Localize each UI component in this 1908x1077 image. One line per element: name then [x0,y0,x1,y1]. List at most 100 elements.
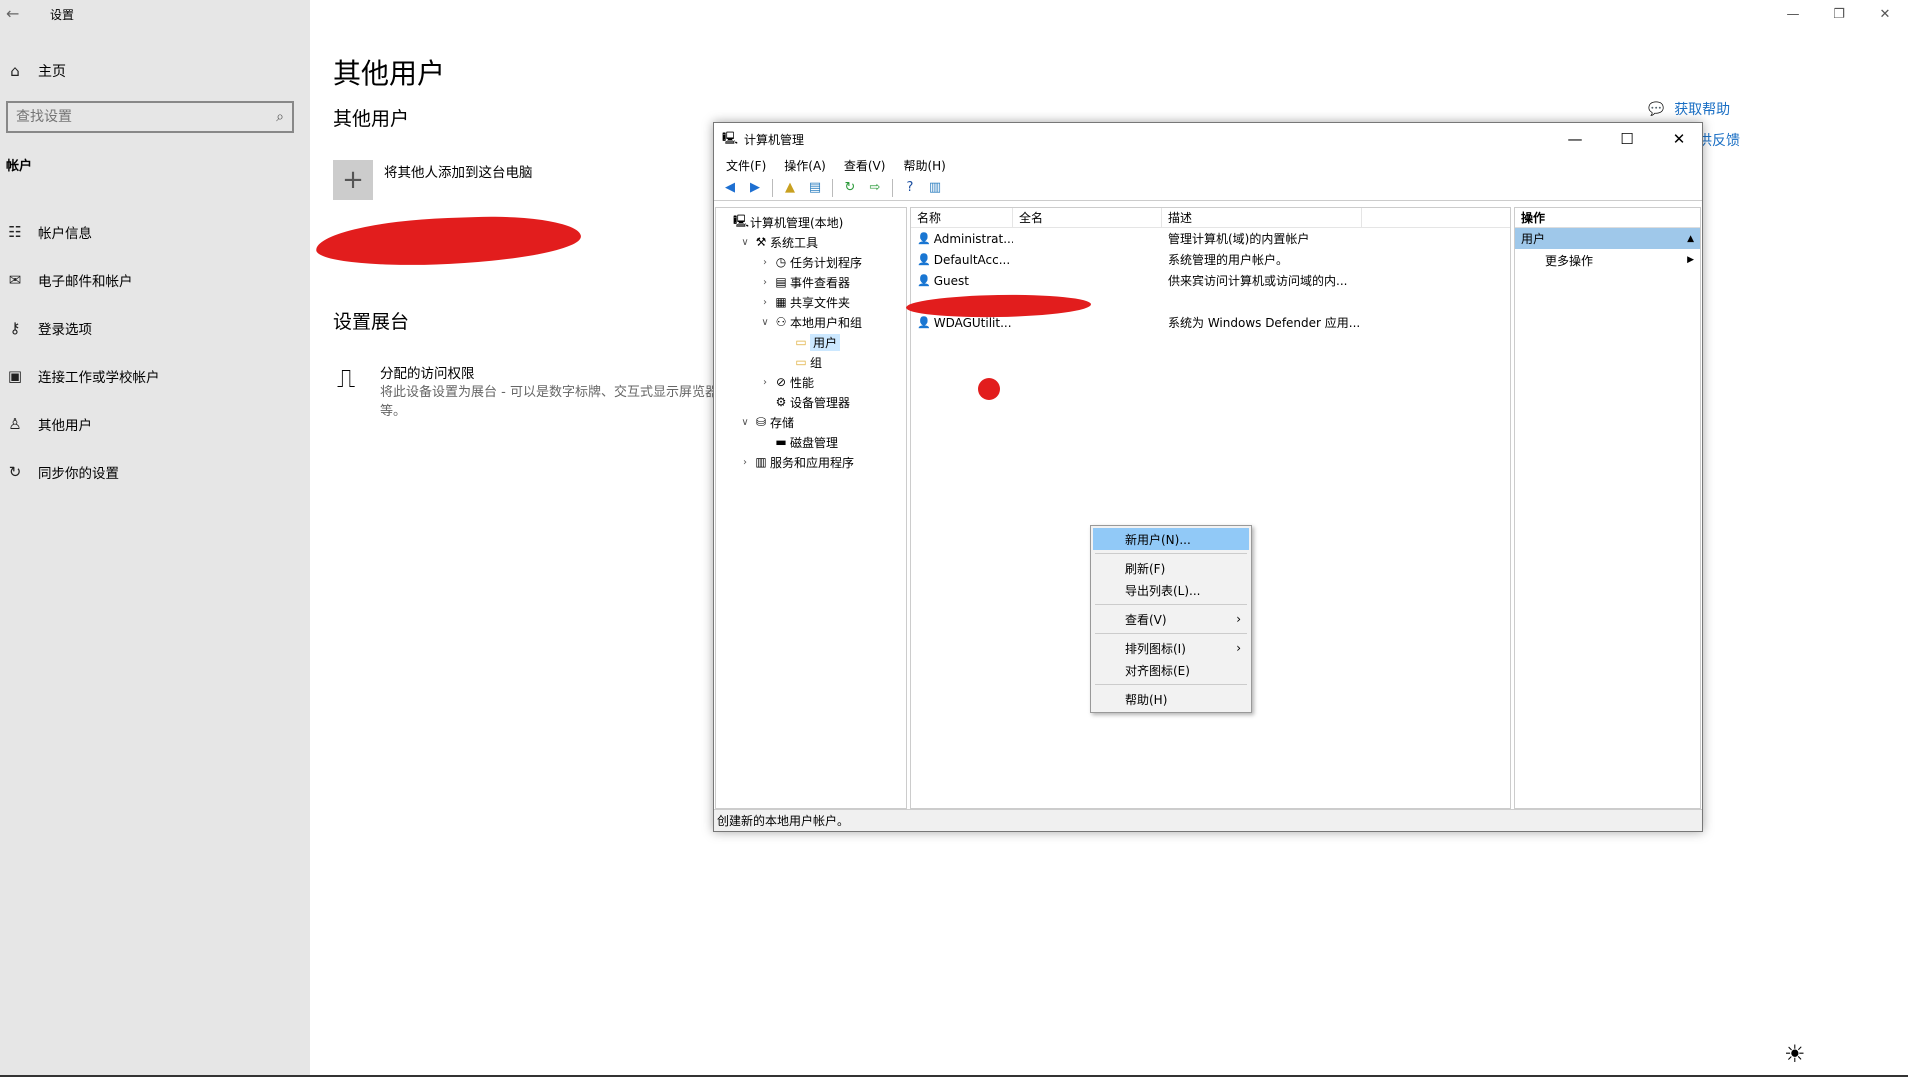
feedback-link[interactable]: 供反馈 [1698,130,1740,150]
tree-item[interactable]: ▭ 用户 [716,332,906,352]
minimize-icon[interactable]: — [1770,0,1816,28]
cm-maximize-icon[interactable]: ☐ [1604,130,1650,148]
cell-description: 供来宾访问计算机或访问域的内... [1168,274,1348,288]
tree-item[interactable]: ∨ ⚇ 本地用户和组 [716,312,906,332]
menu-separator [1095,633,1247,634]
tree-item-label: 共享文件夹 [790,295,851,310]
forward-icon[interactable]: ▶ [745,178,765,198]
tree-item-label: 存储 [770,415,795,430]
sidebar-item-2[interactable]: ⚷ 登录选项 [6,318,93,338]
expand-chevron-icon[interactable]: ∨ [738,237,752,248]
tree-item-label: 设备管理器 [790,395,851,410]
restore-icon[interactable]: ❐ [1816,0,1862,28]
expand-chevron-icon[interactable]: › [758,277,772,288]
status-bar: 创建新的本地用户帐户。 [714,809,1702,831]
cell-name: 👤 DefaultAcc... [911,253,1013,267]
add-user-label[interactable]: 将其他人添加到这台电脑 [384,161,533,181]
menu-item[interactable]: 文件(F) [726,157,766,174]
sidebar-item-4[interactable]: ♙ 其他用户 [6,414,92,434]
tree-item[interactable]: ⚙ 设备管理器 [716,392,906,412]
up-folder-icon[interactable]: ▲ [780,178,800,198]
tree-item[interactable]: 🖳 计算机管理(本地) [716,212,906,232]
sidebar-item-label: 连接工作或学校帐户 [38,370,160,386]
column-name[interactable]: 名称 [911,208,1013,227]
context-menu-item[interactable]: 查看(V) › [1093,608,1249,630]
tree-item[interactable]: ∨ ⛁ 存储 [716,412,906,432]
refresh-icon[interactable]: ↻ [840,178,860,198]
search-box[interactable]: ⌕ [6,101,294,133]
tree-item[interactable]: ∨ ⚒ 系统工具 [716,232,906,252]
status-text: 创建新的本地用户帐户。 [717,814,850,828]
tree-item[interactable]: › ◷ 任务计划程序 [716,252,906,272]
add-user-button[interactable]: + [333,160,373,200]
floating-assistant-icon[interactable]: ☀ [1784,1040,1806,1068]
sidebar-item-home[interactable]: ⌂ 主页 [6,61,66,81]
user-icon: 👤 [917,316,931,329]
tree-item[interactable]: › ▤ 事件查看器 [716,272,906,292]
expand-chevron-icon[interactable]: › [758,377,772,388]
expand-chevron-icon[interactable]: ∨ [758,317,772,328]
context-menu-label: 导出列表(L)... [1125,583,1201,598]
tree-item-label: 系统工具 [770,235,819,250]
close-icon[interactable]: ✕ [1862,0,1908,28]
sidebar-item-1[interactable]: ✉ 电子邮件和帐户 [6,270,133,290]
context-menu-item[interactable]: 新用户(N)... [1093,528,1249,550]
tree-item[interactable]: ▬ 磁盘管理 [716,432,906,452]
table-row[interactable]: 👤 Administrat... 管理计算机(域)的内置帐户 [911,228,1510,249]
expand-chevron-icon[interactable]: › [758,297,772,308]
context-menu: 新用户(N)... 刷新(F) 导出列表(L)... 查看(V) › 排列图标(I) › 对齐… [1090,525,1252,713]
menu-item[interactable]: 帮助(H) [903,157,945,174]
home-icon: ⌂ [10,62,20,80]
actions-users-group[interactable]: 用户 ▲ [1515,228,1700,249]
column-fullname[interactable]: 全名 [1013,208,1162,227]
show-tree-icon[interactable]: ▤ [805,178,825,198]
export-icon[interactable]: ⇨ [865,178,885,198]
menu-separator [1095,604,1247,605]
cm-close-icon[interactable]: ✕ [1656,130,1702,148]
tree-item[interactable]: › ▦ 共享文件夹 [716,292,906,312]
sidebar-item-3[interactable]: ▣ 连接工作或学校帐户 [6,366,160,386]
help-icon[interactable]: ? [900,178,920,198]
cm-minimize-icon[interactable]: — [1552,130,1598,148]
sidebar-item-5[interactable]: ↻ 同步你的设置 [6,462,119,482]
expand-chevron-icon[interactable]: › [738,457,752,468]
settings-window-title: 设置 [50,8,75,22]
context-menu-item[interactable]: 刷新(F) [1093,557,1249,579]
more-actions-item[interactable]: 更多操作 ▶ [1515,249,1700,271]
context-menu-item[interactable]: 对齐图标(E) [1093,659,1249,681]
assigned-access-link[interactable]: 分配的访问权限 [380,362,475,382]
tree-item-label: 任务计划程序 [790,255,863,270]
collapse-triangle-icon: ▲ [1687,233,1694,244]
device-manager-icon: ⚙ [775,395,787,409]
tree-item[interactable]: › ▥ 服务和应用程序 [716,452,906,472]
table-row[interactable]: 👤 Guest 供来宾访问计算机或访问域的内... [911,270,1510,291]
sidebar-item-0[interactable]: ☷ 帐户信息 [6,222,92,242]
context-menu-item[interactable]: 帮助(H) [1093,688,1249,710]
cell-description: 系统管理的用户帐户。 [1168,253,1289,267]
menu-separator [1095,684,1247,685]
get-help-link[interactable]: 获取帮助 [1674,99,1730,119]
search-input[interactable] [16,109,277,125]
column-description[interactable]: 描述 [1162,208,1362,227]
table-row[interactable]: 👤 DefaultAcc... 系统管理的用户帐户。 [911,249,1510,270]
back-arrow-icon[interactable]: ← [6,4,19,23]
context-menu-item[interactable]: 导出列表(L)... [1093,579,1249,601]
plus-icon: + [342,165,364,195]
menu-item[interactable]: 操作(A) [784,157,826,174]
tree-item[interactable]: ▭ 组 [716,352,906,372]
properties-icon[interactable]: ▥ [925,178,945,198]
folder-icon: ▭ [795,355,807,369]
toolbar-separator [892,178,893,197]
back-icon[interactable]: ◀ [720,178,740,198]
tree-item-label: 用户 [810,333,841,351]
expand-chevron-icon[interactable]: ∨ [738,417,752,428]
tree-item[interactable]: › ⊘ 性能 [716,372,906,392]
disk-icon: ▬ [775,435,787,449]
context-menu-label: 排列图标(I) [1125,641,1186,656]
section-label-accounts: 帐户 [6,159,33,174]
cell-name: 👤 Guest [911,274,1013,288]
expand-chevron-icon[interactable]: › [758,257,772,268]
context-menu-item[interactable]: 排列图标(I) › [1093,637,1249,659]
shared-folder-icon: ▦ [775,295,787,309]
menu-item[interactable]: 查看(V) [844,157,886,174]
